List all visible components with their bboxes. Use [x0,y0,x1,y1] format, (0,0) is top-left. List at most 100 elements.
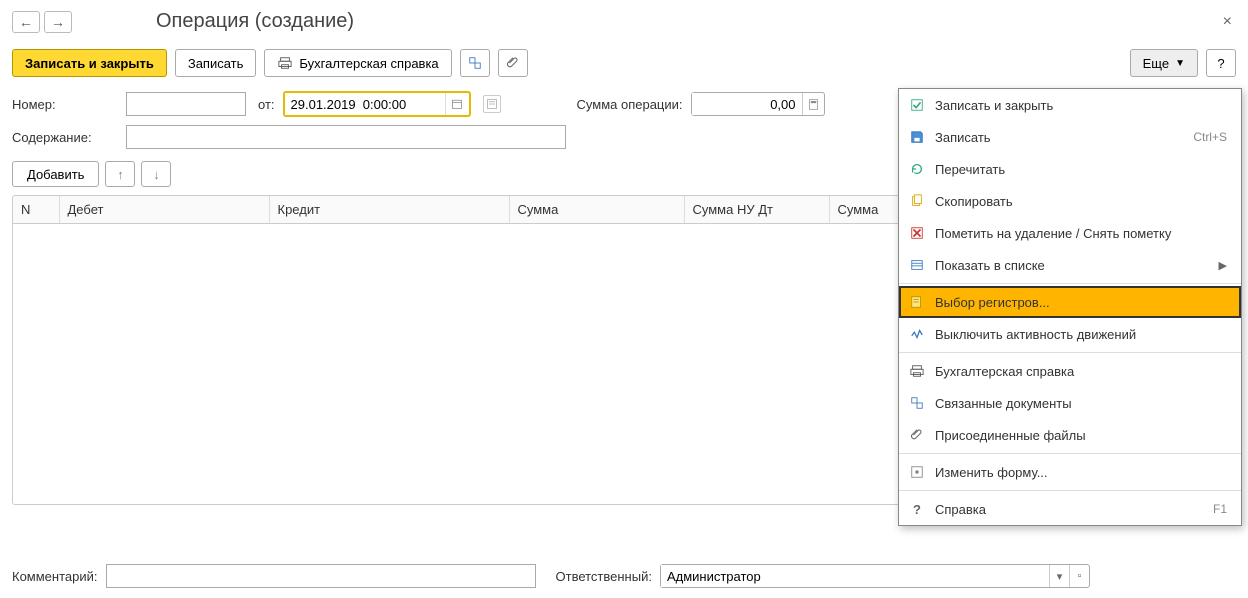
arrow-right-icon: → [51,14,65,30]
menu-item-label: Присоединенные файлы [935,428,1086,443]
menu-item-print[interactable]: Бухгалтерская справка [899,355,1241,387]
menu-item-label: Бухгалтерская справка [935,364,1074,379]
linked-icon [468,56,482,70]
col-sum-nu-dt[interactable]: Сумма НУ Дт [684,196,829,224]
form-icon [909,464,925,480]
menu-item-label: Изменить форму... [935,465,1048,480]
accounting-report-button[interactable]: Бухгалтерская справка [264,49,451,77]
help-icon: ? [909,501,925,517]
responsible-dropdown-button[interactable]: ▾ [1049,565,1069,587]
calculator-icon [808,99,819,110]
col-debit[interactable]: Дебет [59,196,269,224]
calendar-button[interactable] [445,93,469,115]
button-label: Еще [1143,56,1169,71]
page-title: Операция (создание) [156,10,354,33]
printer-icon [277,55,293,71]
move-down-button[interactable]: ↓ [141,161,171,187]
menu-item-copy[interactable]: Скопировать [899,185,1241,217]
responsible-field[interactable]: ▾ ▫ [660,564,1090,588]
menu-item-save[interactable]: Записать Ctrl+S [899,121,1241,153]
menu-item-label: Связанные документы [935,396,1072,411]
note-icon[interactable] [483,95,501,113]
more-button[interactable]: Еще ▼ [1130,49,1198,77]
date-input[interactable] [285,93,445,115]
linked-docs-button[interactable] [460,49,490,77]
print-icon [909,363,925,379]
date-label: от: [258,97,275,112]
nav-back-button[interactable]: ← [12,11,40,33]
menu-item-clip[interactable]: Присоединенные файлы [899,419,1241,451]
clip-icon [909,427,925,443]
col-credit[interactable]: Кредит [269,196,509,224]
menu-item-label: Скопировать [935,194,1013,209]
copy-icon [909,193,925,209]
comment-input[interactable] [106,564,536,588]
arrow-down-icon: ↓ [153,167,160,182]
open-icon: ▫ [1078,570,1082,582]
linked-icon [909,395,925,411]
arrow-left-icon: ← [19,14,33,30]
menu-item-activity[interactable]: Выключить активность движений [899,318,1241,350]
menu-item-list[interactable]: Показать в списке ▶ [899,249,1241,281]
responsible-input[interactable] [661,565,1049,587]
menu-item-form[interactable]: Изменить форму... [899,456,1241,488]
menu-item-label: Записать [935,130,991,145]
button-label: Добавить [27,167,84,182]
menu-item-help[interactable]: ? Справка F1 [899,493,1241,525]
sum-input[interactable] [692,93,802,115]
menu-item-label: Выключить активность движений [935,327,1136,342]
menu-item-registers[interactable]: Выбор регистров... [899,286,1241,318]
number-input[interactable] [126,92,246,116]
save-and-close-button[interactable]: Записать и закрыть [12,49,167,77]
nav-forward-button[interactable]: → [44,11,72,33]
toolbar: Записать и закрыть Записать Бухгалтерска… [0,37,1248,87]
chevron-down-icon: ▼ [1175,58,1185,69]
menu-item-linked[interactable]: Связанные документы [899,387,1241,419]
button-label: Записать и закрыть [25,56,154,71]
add-row-button[interactable]: Добавить [12,161,99,187]
col-sum[interactable]: Сумма [509,196,684,224]
attachments-button[interactable] [498,49,528,77]
menu-item-label: Показать в списке [935,258,1045,273]
close-button[interactable]: × [1219,13,1236,31]
arrow-up-icon: ↑ [117,167,124,182]
comment-label: Комментарий: [12,569,98,584]
sum-field[interactable] [691,92,825,116]
number-label: Номер: [12,97,118,112]
calculator-button[interactable] [802,93,824,115]
col-n[interactable]: N [13,196,59,224]
more-menu: Записать и закрыть Записать Ctrl+S Перечита… [898,88,1242,526]
menu-item-label: Пометить на удаление / Снять пометку [935,226,1171,241]
delete-icon [909,225,925,241]
menu-item-save-close[interactable]: Записать и закрыть [899,89,1241,121]
responsible-open-button[interactable]: ▫ [1069,565,1089,587]
content-label: Содержание: [12,130,118,145]
registers-icon [909,294,925,310]
calendar-icon [451,98,463,110]
menu-item-label: Справка [935,502,986,517]
move-up-button[interactable]: ↑ [105,161,135,187]
chevron-right-icon: ▶ [1219,259,1227,272]
save-button[interactable]: Записать [175,49,257,77]
responsible-label: Ответственный: [556,569,652,584]
chevron-down-icon: ▾ [1057,570,1063,583]
activity-icon [909,326,925,342]
menu-item-shortcut: Ctrl+S [1193,130,1227,144]
help-icon: ? [1217,56,1224,71]
button-label: Бухгалтерская справка [299,56,438,71]
button-label: Записать [188,56,244,71]
menu-item-shortcut: F1 [1213,502,1227,516]
menu-item-label: Перечитать [935,162,1005,177]
help-button[interactable]: ? [1206,49,1236,77]
clip-icon [506,56,520,70]
content-input[interactable] [126,125,566,149]
date-field[interactable] [283,91,471,117]
save-close-icon [909,97,925,113]
menu-item-reload[interactable]: Перечитать [899,153,1241,185]
save-icon [909,129,925,145]
menu-item-label: Записать и закрыть [935,98,1053,113]
menu-item-delete[interactable]: Пометить на удаление / Снять пометку [899,217,1241,249]
menu-item-label: Выбор регистров... [935,295,1050,310]
close-icon: × [1223,13,1232,30]
sum-label: Сумма операции: [577,97,683,112]
